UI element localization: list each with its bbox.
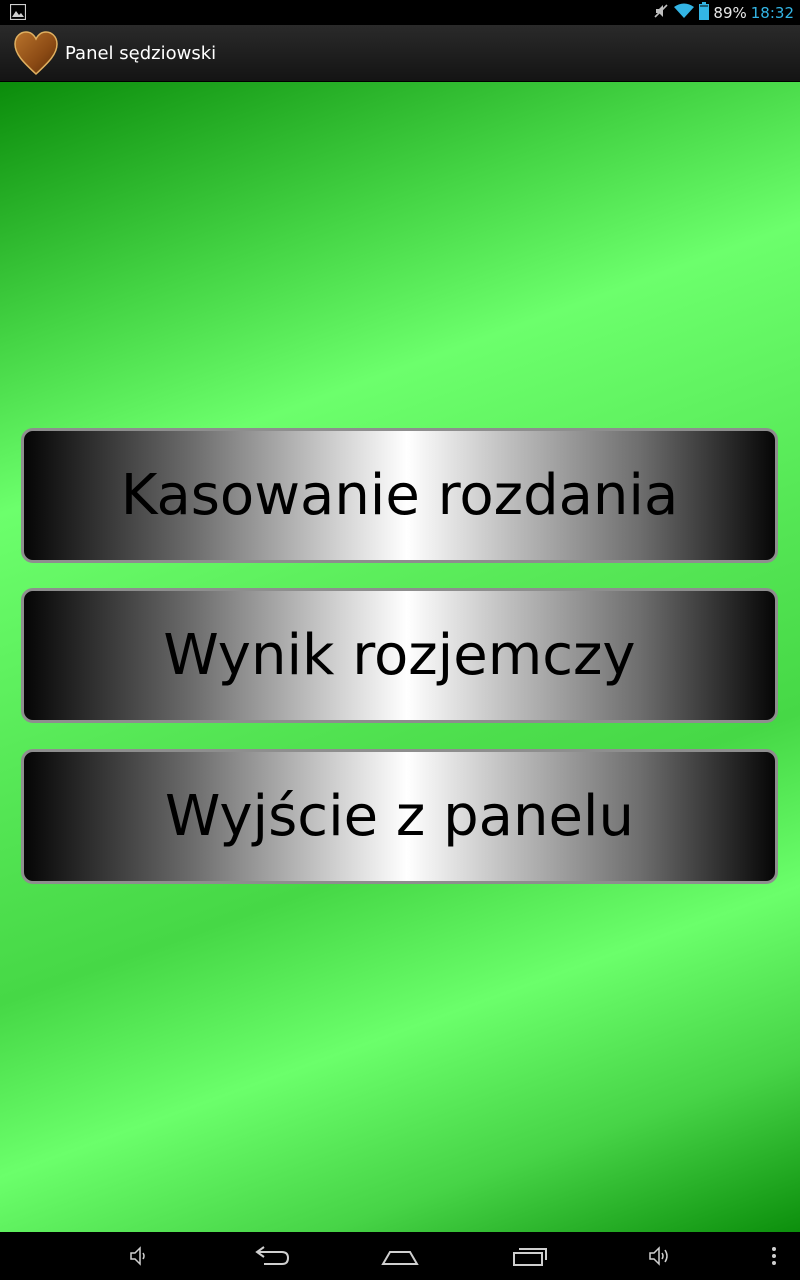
home-icon[interactable] bbox=[370, 1232, 430, 1280]
status-bar: 89% 18:32 bbox=[0, 0, 800, 25]
volume-down-icon[interactable] bbox=[110, 1232, 170, 1280]
battery-percent: 89% bbox=[713, 3, 747, 22]
navigation-bar bbox=[0, 1232, 800, 1280]
wifi-icon bbox=[673, 3, 695, 23]
status-right: 89% 18:32 bbox=[653, 0, 794, 25]
menu-icon[interactable] bbox=[744, 1232, 800, 1280]
delete-deal-button[interactable]: Kasowanie rozdania bbox=[21, 428, 778, 563]
page-title: Panel sędziowski bbox=[65, 42, 217, 64]
arbitration-result-button[interactable]: Wynik rozjemczy bbox=[21, 588, 778, 723]
heart-icon[interactable] bbox=[13, 30, 59, 76]
gallery-notification-icon bbox=[9, 3, 27, 24]
battery-icon bbox=[699, 1, 710, 24]
exit-panel-button[interactable]: Wyjście z panelu bbox=[21, 749, 778, 884]
recents-icon[interactable] bbox=[500, 1232, 560, 1280]
volume-up-icon[interactable] bbox=[630, 1232, 690, 1280]
main-panel: Kasowanie rozdania Wynik rozjemczy Wyjśc… bbox=[0, 82, 800, 1232]
mute-icon bbox=[653, 3, 669, 23]
back-icon[interactable] bbox=[242, 1232, 302, 1280]
action-bar: Panel sędziowski bbox=[0, 25, 800, 82]
clock: 18:32 bbox=[750, 3, 794, 22]
